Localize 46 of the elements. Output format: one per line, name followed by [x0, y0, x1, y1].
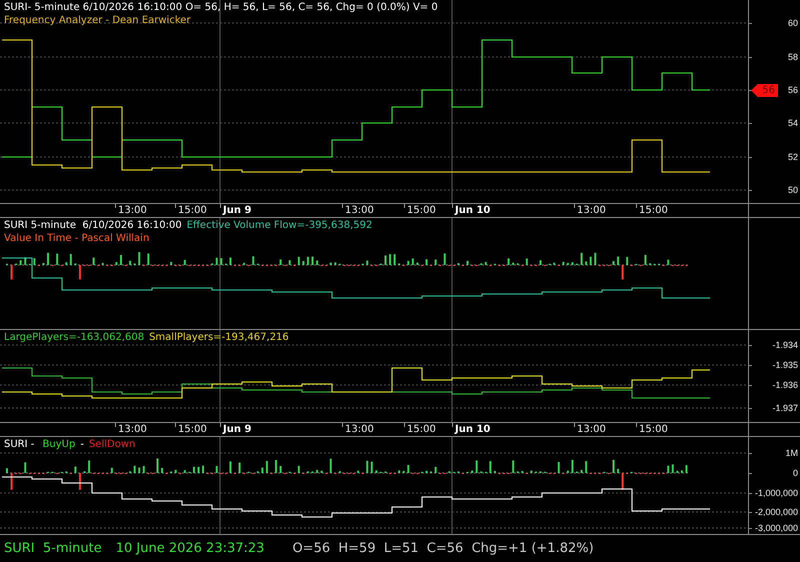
time-label: 15:00 — [178, 205, 207, 217]
axis-label: 56 — [788, 85, 798, 96]
time-label: 13:00 — [345, 205, 374, 217]
legend-text: - — [80, 438, 84, 451]
legend-text: SURI - — [4, 438, 36, 451]
axis-label: 58 — [788, 52, 798, 63]
time-label: 13:00 — [118, 424, 147, 436]
axis-label: 0 — [792, 468, 798, 479]
axis-label: -2,000,000 — [754, 507, 798, 518]
time-label: 13:00 — [577, 205, 606, 217]
axis-label: 1M — [785, 448, 798, 459]
legend-text: BuyUp — [42, 438, 76, 451]
time-label: Jun 9 — [223, 424, 252, 436]
axis-label: 60 — [788, 18, 798, 29]
legend-text: SURI 5-minute 6/10/2026 16:10:00 — [4, 219, 182, 232]
legend-text: Value In Time - Pascal Willain — [4, 232, 150, 245]
time-label: 15:00 — [639, 424, 668, 436]
legend-text: SmallPlayers=-193,467,216 — [149, 331, 289, 344]
legend-text: Effective Volume Flow=-395,638,592 — [186, 219, 372, 232]
status-text: SURI 5-minute — [4, 540, 102, 558]
time-label: 15:00 — [407, 424, 436, 436]
axis-label: -1.934 — [772, 340, 798, 351]
status-text: O=56 H=59 L=51 C=56 Chg=+1 (+1.82%) — [292, 540, 594, 558]
time-label: Jun 10 — [455, 205, 490, 217]
legend-text: Frequency Analyzer - Dean Earwicker — [4, 14, 191, 27]
time-label: 15:00 — [178, 424, 207, 436]
axis-label: -1.935 — [772, 360, 798, 371]
axis-label: -1.937 — [772, 403, 798, 414]
status-text: 10 June 2026 23:37:23 — [116, 540, 264, 558]
legend-text: SURI- 5-minute 6/10/2026 16:10:00 O= 56, H= 56, L= 56, C= 56, Chg= 0 (0.0%) V= 0 — [4, 1, 438, 14]
axis-label: -1,000,000 — [754, 488, 798, 499]
legend-text: LargePlayers=-163,062,608 — [4, 331, 144, 344]
time-label: 13:00 — [118, 205, 147, 217]
time-label: 13:00 — [345, 424, 374, 436]
axis-label: -1.936 — [772, 380, 798, 391]
axis-label: 54 — [788, 118, 798, 129]
time-label: Jun 10 — [455, 424, 490, 436]
time-label: 15:00 — [407, 205, 436, 217]
last-price-tag: 56 — [751, 84, 778, 97]
axis-label: -3,000,000 — [754, 523, 798, 534]
time-label: 15:00 — [639, 205, 668, 217]
time-label: 13:00 — [577, 424, 606, 436]
time-label: Jun 9 — [223, 205, 252, 217]
axis-label: 50 — [788, 185, 798, 196]
legend-text: SellDown — [88, 438, 136, 451]
axis-label: 52 — [788, 152, 798, 163]
